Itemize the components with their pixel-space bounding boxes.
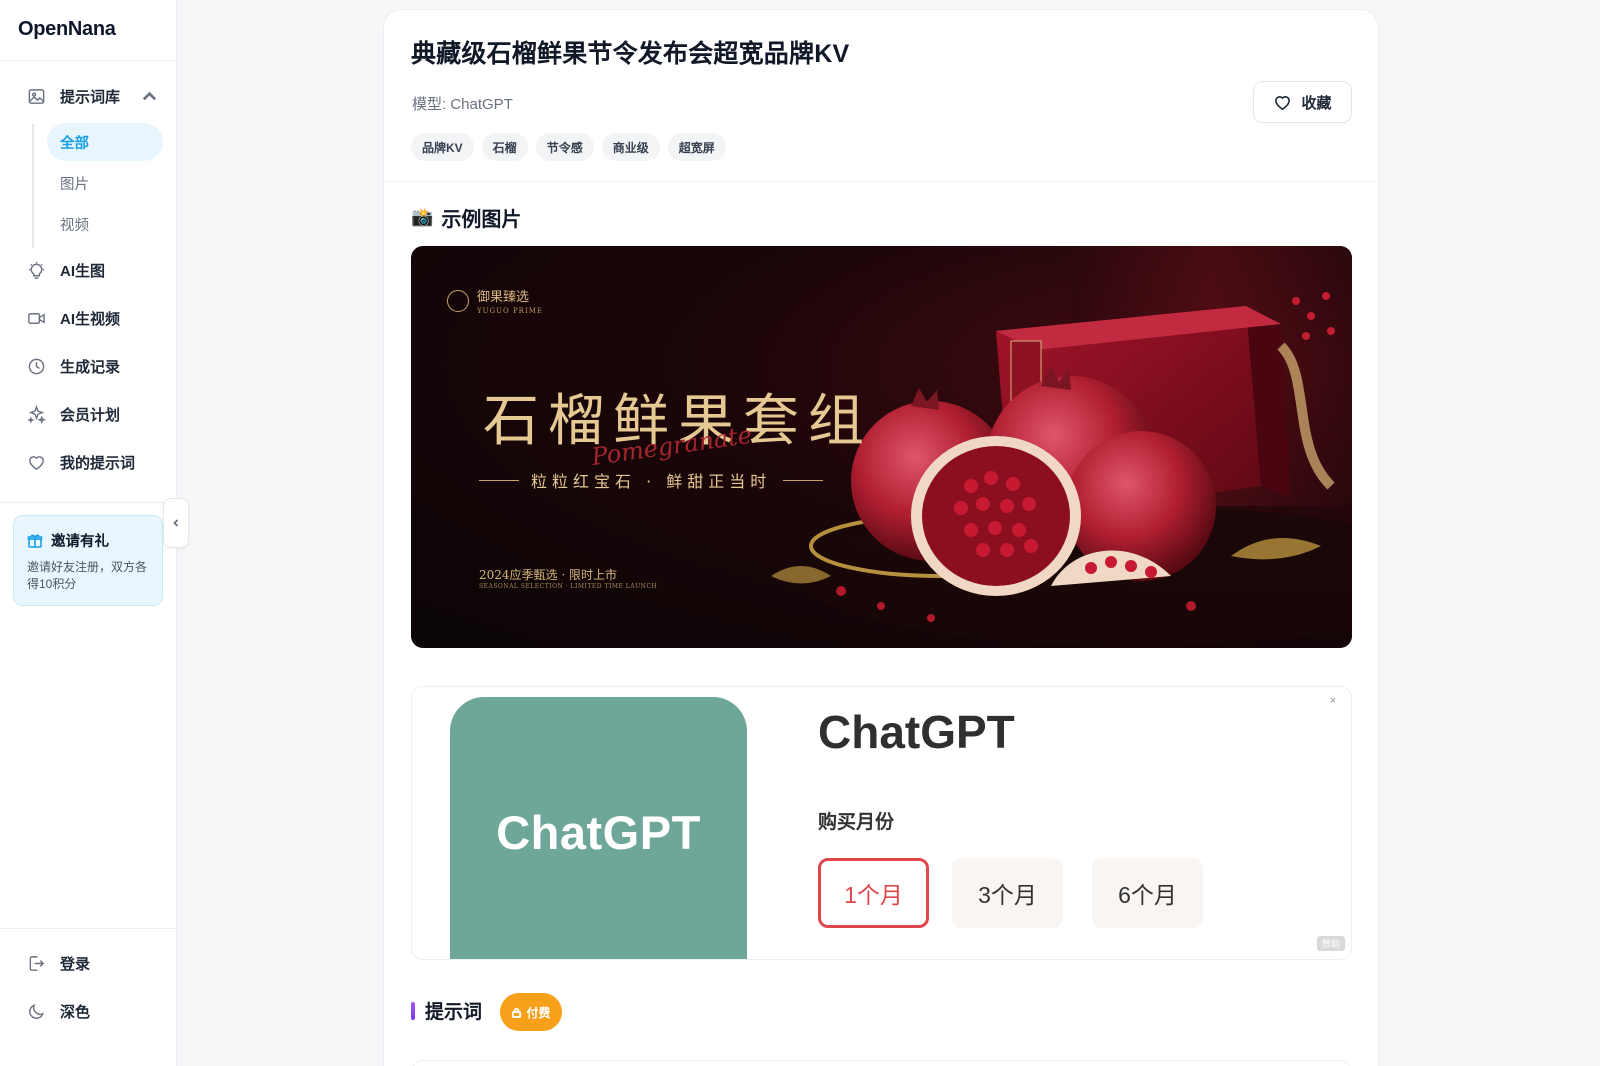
section-title-text: 提示词 [425,1002,483,1023]
tag[interactable]: 商业级 [601,133,660,161]
sidebar-item-label: 提示词库 [60,89,121,106]
sidebar-item-dark-mode[interactable]: 深色 [26,1001,90,1022]
chevron-left-icon [173,519,179,527]
sidebar-item-my-prompts[interactable]: 我的提示词 [26,452,135,473]
hero-date-line-en: SEASONAL SELECTION · LIMITED TIME LAUNCH [479,583,658,590]
hero-tagline: 粒粒红宝石 · 鲜甜正当时 [479,468,824,492]
tag[interactable]: 超宽屏 [667,133,726,161]
sidebar: OpenNana 提示词库 全部 图片 视频 AI生图 AI生视频 生成记录 会… [0,0,177,1066]
app-logo[interactable]: OpenNana [18,18,116,41]
heart-icon [1275,95,1291,110]
ad-duration-label: 购买月份 [818,812,895,833]
heart-icon [26,453,46,473]
sidebar-item-label: 生成记录 [60,359,121,376]
sidebar-item-ai-image[interactable]: AI生图 [26,260,105,281]
submenu-guide-line [32,124,34,248]
sidebar-item-label: 我的提示词 [60,455,136,472]
moon-icon [26,1002,46,1022]
decorative-line [783,479,824,481]
prompt-content-box [411,1060,1352,1066]
gift-icon [27,533,43,548]
sidebar-item-membership[interactable]: 会员计划 [26,404,120,425]
sidebar-subitem-label: 全部 [60,135,89,152]
sponsored-badge: 赞助 [1316,936,1345,951]
chevron-up-icon [142,91,157,101]
sidebar-subitem-all[interactable]: 全部 [47,123,163,161]
invite-description: 邀请好友注册，双方各得10积分 [27,560,148,591]
sidebar-item-label: 登录 [60,956,91,973]
camera-icon: 📸 [411,207,434,227]
prompt-detail-card: 典藏级石榴鲜果节令发布会超宽品牌KV 模型: ChatGPT 收藏 品牌KV 石… [383,9,1379,1066]
ad-product-name: ChatGPT [818,706,1015,758]
video-camera-icon [26,309,46,329]
ad-option-1-month[interactable]: 1个月 [818,858,929,928]
sponsored-ad[interactable]: ChatGPT ChatGPT 购买月份 1个月 3个月 6个月 × 赞助 [411,686,1352,960]
sparkles-icon [26,405,46,425]
sidebar-item-history[interactable]: 生成记录 [26,356,120,377]
decorative-line [479,479,519,481]
invite-title: 邀请有礼 [51,534,109,550]
pomegranate-logo-icon [447,289,469,312]
image-icon [26,87,46,107]
example-image[interactable]: 御果臻选 YUGUO PRIME 石榴鲜果套组 Pomegranate 粒粒红宝… [411,246,1352,648]
divider [384,181,1378,182]
tag[interactable]: 品牌KV [411,133,474,161]
sidebar-item-label: AI生视频 [60,311,121,328]
paid-badge-label: 付费 [526,1005,551,1020]
hero-brand: 御果臻选 YUGUO PRIME [447,286,543,315]
hero-brand-sub: YUGUO PRIME [477,307,543,315]
ad-product-logo: ChatGPT [450,697,747,959]
ad-option-3-months[interactable]: 3个月 [952,858,1063,928]
sidebar-item-label: 会员计划 [60,407,121,424]
sidebar-item-login[interactable]: 登录 [26,953,90,974]
tag-list: 品牌KV 石榴 节令感 商业级 超宽屏 [411,133,726,161]
lock-icon [512,1007,522,1018]
sidebar-item-ai-video[interactable]: AI生视频 [26,308,120,329]
divider [0,502,177,503]
divider [0,60,177,61]
model-label: 模型: ChatGPT [412,96,513,113]
tag[interactable]: 节令感 [535,133,594,161]
ad-option-6-months[interactable]: 6个月 [1092,858,1203,928]
divider [0,928,177,929]
sidebar-subitem-label: 图片 [60,176,89,193]
example-section-title: 📸 示例图片 [411,203,521,232]
sidebar-item-prompt-library[interactable]: 提示词库 [26,86,159,107]
page-title: 典藏级石榴鲜果节令发布会超宽品牌KV [411,40,850,68]
lightbulb-icon [26,261,46,281]
hero-tagline-text: 粒粒红宝石 · 鲜甜正当时 [531,472,772,491]
paid-badge[interactable]: 付费 [500,993,562,1031]
sidebar-item-label: AI生图 [60,263,106,280]
login-icon [26,954,46,974]
sidebar-collapse-button[interactable] [163,498,189,548]
sidebar-subitem-label: 视频 [60,217,89,234]
invite-title-row: 邀请有礼 [27,530,149,551]
favorite-label: 收藏 [1301,94,1332,112]
sidebar-subitem-videos[interactable]: 视频 [47,205,163,243]
invite-card[interactable]: 邀请有礼 邀请好友注册，双方各得10积分 [13,515,163,606]
close-icon[interactable]: × [1325,693,1341,709]
sidebar-item-label: 深色 [60,1004,91,1021]
sidebar-subitem-images[interactable]: 图片 [47,164,163,202]
hero-brand-name: 御果臻选 [477,290,530,305]
prompt-section-title: 提示词 [411,997,482,1024]
section-accent-bar [411,1001,415,1020]
clock-icon [26,357,46,377]
tag[interactable]: 石榴 [481,133,528,161]
section-title-text: 示例图片 [441,209,522,231]
hero-date-line: 2024应季甄选 · 限时上市 [479,568,617,582]
ad-logo-text: ChatGPT [496,805,701,859]
favorite-button[interactable]: 收藏 [1253,81,1352,123]
